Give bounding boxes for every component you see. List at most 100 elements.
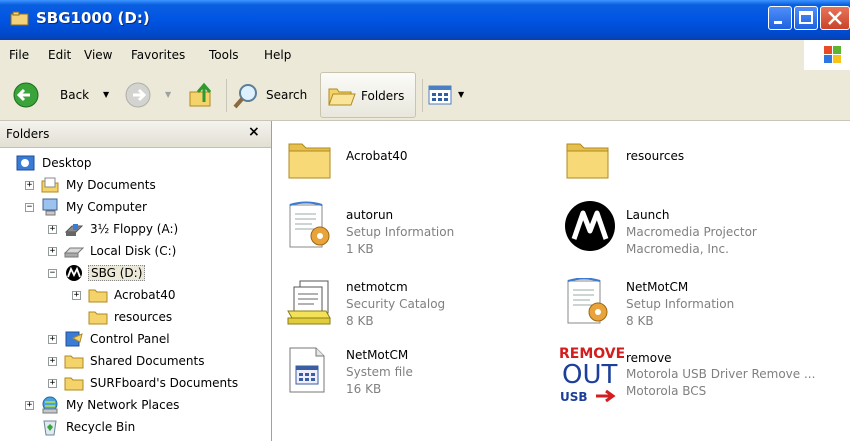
window-title: SBG1000 (D:) [36, 9, 150, 27]
menu-view[interactable]: View [84, 48, 112, 62]
setup-information-icon [567, 278, 608, 324]
tree-item-control-panel[interactable]: Control Panel [64, 329, 172, 349]
folder-icon [566, 143, 609, 179]
file-type: System file [346, 365, 413, 379]
tree-item-my-computer[interactable]: My Computer [40, 197, 149, 217]
tree-item-label: Recycle Bin [66, 420, 136, 434]
menu-tools[interactable]: Tools [209, 48, 239, 62]
expand-icon[interactable]: + [48, 379, 57, 388]
tree-item-resources[interactable]: resources [88, 307, 174, 327]
file-name: resources [626, 149, 685, 163]
file-type: Motorola USB Driver Remove ... [626, 367, 816, 381]
tree-item-acrobat40[interactable]: Acrobat40 [88, 285, 178, 305]
file-type: Security Catalog [346, 297, 446, 311]
network-places-icon [42, 396, 58, 414]
collapse-icon[interactable]: − [48, 269, 57, 278]
file-item-resources[interactable]: resources [564, 134, 794, 186]
expand-icon[interactable]: + [25, 401, 34, 410]
minimize-button[interactable] [768, 6, 792, 30]
file-item-netmotcm-setup[interactable]: NetMotCM Setup Information 8 KB [564, 278, 794, 334]
desktop-icon [16, 155, 35, 171]
views-icon [428, 85, 452, 105]
tree-item-label: SURFboard's Documents [90, 376, 239, 390]
tree-item-label: SBG (D:) [88, 265, 146, 281]
back-button[interactable]: Back ▼ [8, 80, 118, 112]
expand-icon[interactable]: + [25, 181, 34, 190]
file-company: Macromedia, Inc. [626, 242, 729, 256]
forward-dropdown-icon[interactable]: ▼ [165, 90, 171, 99]
tree-item-my-network-places[interactable]: My Network Places [40, 395, 181, 415]
folders-pane-title: Folders [6, 127, 50, 141]
back-label: Back [60, 88, 90, 102]
tree-item-label: 3½ Floppy (A:) [90, 222, 179, 236]
views-dropdown-icon[interactable]: ▼ [458, 90, 464, 99]
tree-item-sbg-drive[interactable]: SBG (D:) [64, 263, 146, 283]
my-computer-icon [42, 198, 58, 216]
file-size: 16 KB [346, 382, 382, 396]
menu-help[interactable]: Help [264, 48, 291, 62]
tree-item-label: My Documents [66, 178, 156, 192]
out-icon-text: OUT [562, 360, 617, 390]
back-dropdown-icon[interactable]: ▼ [103, 90, 109, 99]
file-item-netmotcm-system[interactable]: NetMotCM System file 16 KB [286, 346, 516, 402]
file-item-netmotcm-catalog[interactable]: netmotcm Security Catalog 8 KB [286, 278, 516, 334]
tree-item-shared-documents[interactable]: Shared Documents [64, 351, 206, 371]
up-folder-button[interactable] [186, 80, 222, 112]
tree-item-label: resources [114, 310, 173, 324]
file-name: Launch [626, 208, 670, 222]
tree-item-my-documents[interactable]: My Documents [40, 175, 158, 195]
file-item-autorun[interactable]: autorun Setup Information 1 KB [286, 200, 516, 256]
forward-arrow-icon [125, 82, 151, 108]
setup-information-icon [289, 201, 330, 248]
tree-item-label: Acrobat40 [114, 288, 176, 302]
menu-edit[interactable]: Edit [48, 48, 71, 62]
folders-button[interactable]: Folders [320, 72, 416, 118]
tree-item-local-disk[interactable]: Local Disk (C:) [64, 241, 178, 261]
tree-item-label: Desktop [42, 156, 92, 170]
collapse-icon[interactable]: − [25, 203, 34, 212]
file-size: 8 KB [626, 314, 654, 328]
forward-button[interactable]: ▼ [120, 80, 178, 112]
file-size: 1 KB [346, 242, 374, 256]
views-button[interactable]: ▼ [428, 82, 470, 110]
menu-file[interactable]: File [9, 48, 29, 62]
tree-item-label: Local Disk (C:) [90, 244, 177, 258]
folder-icon [88, 289, 108, 303]
expand-icon[interactable]: + [48, 335, 57, 344]
search-button[interactable]: Search [232, 80, 316, 112]
up-folder-icon [189, 82, 212, 107]
folder-icon [288, 143, 331, 179]
tree-item-surfboard-documents[interactable]: SURFboard's Documents [64, 373, 240, 393]
system-file-icon [289, 347, 325, 393]
recycle-bin-icon [43, 420, 57, 436]
expand-icon[interactable]: + [48, 225, 57, 234]
title-bar[interactable]: SBG1000 (D:) [0, 0, 850, 40]
tree-item-desktop[interactable]: Desktop [16, 153, 94, 173]
tree-item-label: My Network Places [66, 398, 180, 412]
maximize-button[interactable] [794, 6, 818, 30]
file-item-remove[interactable]: REMOVE OUT USB remove Motorola USB Drive… [558, 340, 838, 410]
close-icon [828, 11, 842, 25]
tree-item-recycle-bin[interactable]: Recycle Bin [40, 417, 137, 437]
motorola-logo-icon [66, 265, 82, 281]
search-icon [233, 84, 257, 109]
folder-icon [64, 377, 84, 391]
expand-icon[interactable]: + [72, 291, 81, 300]
search-label: Search [266, 88, 308, 102]
file-item-launch[interactable]: Launch Macromedia Projector Macromedia, … [564, 200, 824, 256]
folder-icon [88, 311, 108, 325]
expand-icon[interactable]: + [48, 247, 57, 256]
close-folders-pane-icon[interactable]: × [248, 124, 260, 140]
expand-icon[interactable]: + [48, 357, 57, 366]
menu-favorites[interactable]: Favorites [131, 48, 185, 62]
file-name: remove [626, 351, 672, 365]
close-button[interactable] [820, 6, 850, 30]
minimize-icon [774, 21, 782, 24]
file-item-acrobat40[interactable]: Acrobat40 [286, 134, 516, 186]
file-name: autorun [346, 208, 394, 222]
file-name: Acrobat40 [346, 149, 408, 163]
hard-disk-icon [64, 247, 84, 258]
toolbar-separator [226, 79, 227, 112]
tree-item-floppy[interactable]: 3½ Floppy (A:) [64, 219, 180, 239]
folders-icon [328, 88, 356, 106]
